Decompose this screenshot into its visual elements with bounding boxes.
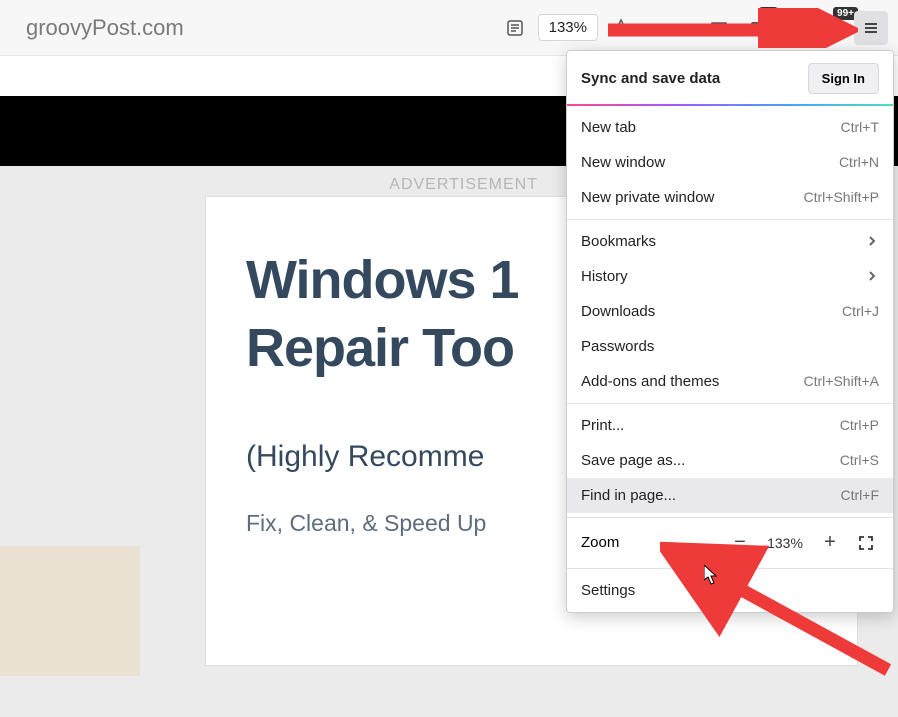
menu-separator xyxy=(567,568,893,569)
menu-new-private-window[interactable]: New private window Ctrl+Shift+P xyxy=(567,180,893,215)
zoom-value: 133% xyxy=(763,535,807,551)
menu-history[interactable]: History xyxy=(567,259,893,294)
extension-icon-1[interactable]: 10 xyxy=(740,11,774,45)
menu-bookmarks[interactable]: Bookmarks xyxy=(567,224,893,259)
chevron-right-icon xyxy=(865,269,879,283)
pocket-icon[interactable] xyxy=(702,11,736,45)
menu-save-page[interactable]: Save page as... Ctrl+S xyxy=(567,443,893,478)
extension-icon-3[interactable]: 99+ xyxy=(816,11,850,45)
menu-new-tab[interactable]: New tab Ctrl+T xyxy=(567,110,893,145)
fullscreen-icon[interactable] xyxy=(853,530,879,556)
zoom-indicator[interactable]: 133% xyxy=(538,14,598,41)
menu-downloads[interactable]: Downloads Ctrl+J xyxy=(567,294,893,329)
chevron-right-icon xyxy=(865,234,879,248)
sidebar-thumbnail xyxy=(0,546,140,676)
sync-section: Sync and save data Sign In xyxy=(567,51,893,104)
bookmark-star-icon[interactable] xyxy=(604,11,638,45)
menu-separator xyxy=(567,517,893,518)
menu-zoom-row: Zoom − 133% + xyxy=(567,522,893,564)
address-bar-text[interactable]: groovyPost.com xyxy=(8,15,184,41)
rainbow-separator xyxy=(567,104,893,106)
zoom-in-button[interactable]: + xyxy=(817,530,843,556)
cursor-pointer-icon xyxy=(704,565,720,585)
menu-settings[interactable]: Settings xyxy=(567,573,893,608)
menu-addons[interactable]: Add-ons and themes Ctrl+Shift+A xyxy=(567,364,893,399)
menu-passwords[interactable]: Passwords xyxy=(567,329,893,364)
menu-new-window[interactable]: New window Ctrl+N xyxy=(567,145,893,180)
zoom-label: Zoom xyxy=(581,534,619,551)
reader-mode-icon[interactable] xyxy=(498,11,532,45)
menu-print[interactable]: Print... Ctrl+P xyxy=(567,408,893,443)
extension-icon-2[interactable] xyxy=(778,11,812,45)
menu-find-in-page[interactable]: Find in page... Ctrl+F xyxy=(567,478,893,513)
zoom-out-button[interactable]: − xyxy=(727,530,753,556)
extension-badge-1: 10 xyxy=(759,7,778,20)
menu-separator xyxy=(567,403,893,404)
browser-toolbar: groovyPost.com 133% 10 99+ xyxy=(0,0,898,56)
hamburger-menu-icon[interactable] xyxy=(854,11,888,45)
sync-label: Sync and save data xyxy=(581,70,720,87)
menu-separator xyxy=(567,219,893,220)
signin-button[interactable]: Sign In xyxy=(808,63,879,94)
application-menu: Sync and save data Sign In New tab Ctrl+… xyxy=(566,50,894,613)
